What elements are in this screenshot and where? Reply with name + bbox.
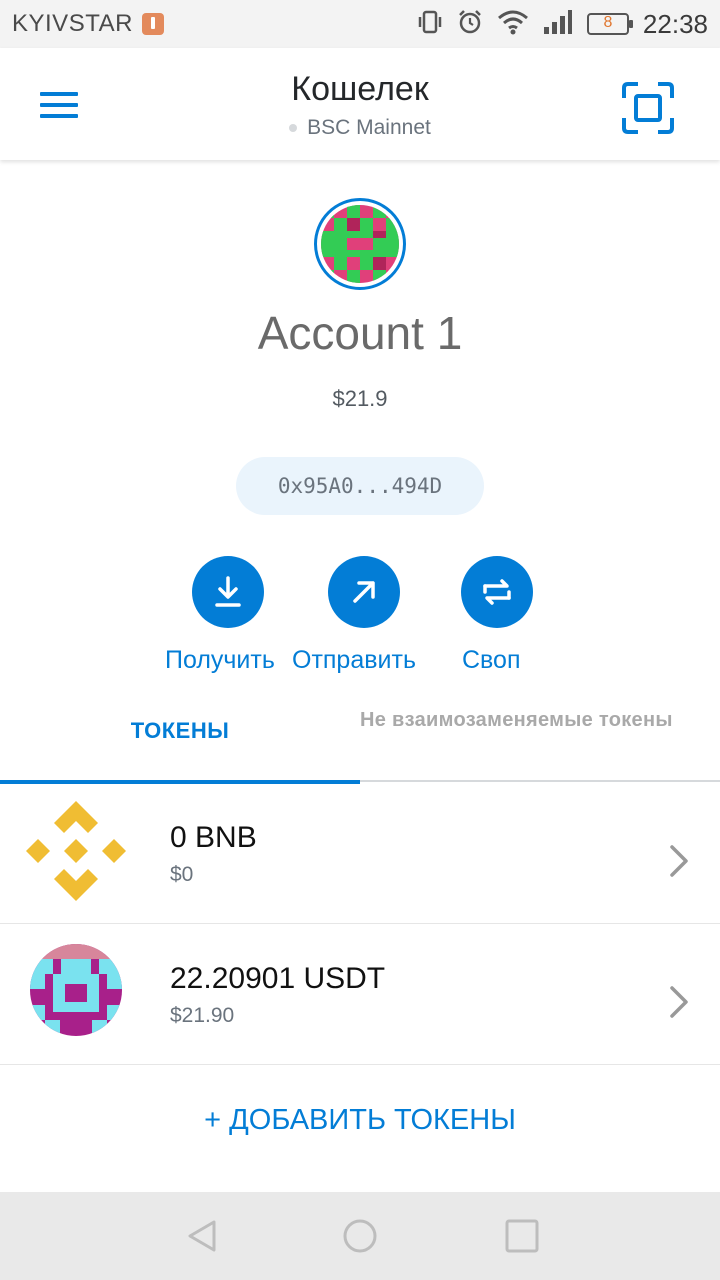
asset-tabs: ТОКЕНЫ Не взаимозаменяемые токены [0,700,720,784]
status-bar: KYIVSTAR 8 22:38 [0,0,720,48]
battery-level: 8 [603,14,613,31]
swap-button[interactable] [461,556,533,628]
account-avatar[interactable] [314,198,406,290]
tab-nft-label: Не взаимозаменяемые токены [360,709,673,731]
clock: 22:38 [642,8,708,39]
account-name[interactable]: Account 1 [0,306,720,360]
swap-label[interactable]: Своп [462,646,521,675]
alarm-icon [457,9,483,40]
token-fiat-value: $21.90 [170,1004,235,1027]
send-label[interactable]: Отправить [292,646,416,675]
add-tokens-button[interactable]: + ДОБАВИТЬ ТОКЕНЫ [0,1104,720,1137]
page-title: Кошелек [291,70,429,108]
arrow-up-right-icon [353,581,375,603]
token-row-usdt[interactable]: 22.20901 USDT $21.90 [0,924,720,1065]
token-row-bnb[interactable]: 0 BNB $0 [0,783,720,924]
account-address-button[interactable]: 0x95A0...494D [236,457,484,515]
chevron-right-icon [668,984,692,1020]
tab-tokens-label: ТОКЕНЫ [130,718,230,743]
usdt-identicon [30,944,122,1036]
token-fiat-value: $0 [170,863,194,886]
token-amount: 22.20901 USDT [170,962,386,995]
sim-icon [142,13,164,35]
receive-button[interactable] [192,556,264,628]
network-indicator[interactable]: BSC Mainnet [0,116,720,140]
send-button[interactable] [328,556,400,628]
swap-icon [483,579,511,605]
receive-label[interactable]: Получить [165,646,275,675]
back-icon[interactable] [184,1218,220,1259]
tab-tokens[interactable]: ТОКЕНЫ [0,700,360,784]
vibrate-icon [417,9,443,40]
download-icon [215,576,241,607]
carrier-name: KYIVSTAR [12,10,133,37]
bnb-icon [26,801,126,901]
status-icons: 8 22:38 [417,8,708,40]
wifi-icon [497,9,529,40]
qr-scan-icon[interactable] [622,82,674,134]
battery-icon: 8 [586,13,633,35]
chevron-right-icon [668,843,692,879]
network-name: BSC Mainnet [307,116,431,139]
network-status-dot [289,124,298,133]
account-balance: $21.9 [332,386,388,411]
signal-icon [543,9,573,40]
home-icon[interactable] [342,1218,378,1259]
tab-nft[interactable]: Не взаимозаменяемые токены [360,708,720,733]
token-amount: 0 BNB [170,821,257,854]
recents-icon[interactable] [504,1218,540,1259]
app-header: Кошелек BSC Mainnet [0,48,720,160]
system-nav-bar [0,1192,720,1280]
